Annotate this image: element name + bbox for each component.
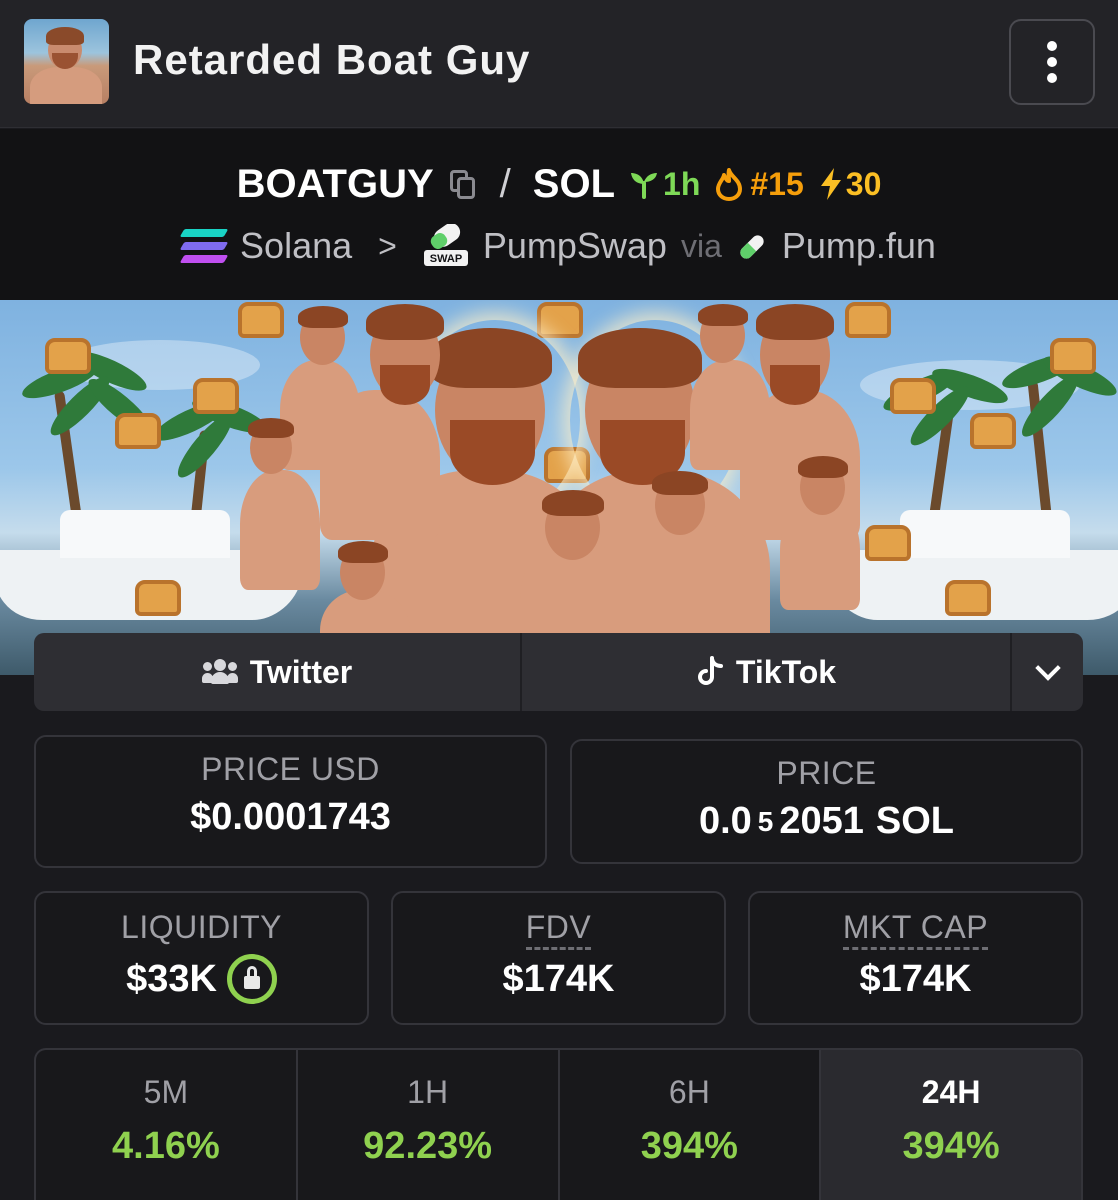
price-usd-value: $0.0001743 <box>190 796 391 838</box>
more-links-button[interactable] <box>1012 633 1083 711</box>
price-prefix: 0.0 <box>698 800 752 842</box>
price-change-tabs: 5M 4.16% 1H 92.23% 6H 394% 24H 394% <box>34 1048 1083 1200</box>
price-change-value: 92.23% <box>363 1125 493 1167</box>
timeframe-label: 1H <box>407 1074 449 1110</box>
tab-5m[interactable]: 5M 4.16% <box>36 1050 298 1200</box>
price-usd-label: PRICE USD <box>201 751 380 787</box>
tiktok-label: TikTok <box>735 653 837 690</box>
flame-icon <box>716 168 743 201</box>
tiktok-icon <box>697 656 723 685</box>
lightning-icon <box>820 168 841 200</box>
liquidity-label: LIQUIDITY <box>121 909 282 945</box>
twitter-label: Twitter <box>249 653 353 690</box>
pair-age: 1h <box>663 165 701 202</box>
liquidity-card: LIQUIDITY $33K <box>34 891 369 1025</box>
trending-badge[interactable]: #15 <box>714 165 804 203</box>
price-native-card: PRICE 0.0 5 2051 SOL <box>570 739 1083 864</box>
token-avatar <box>24 19 109 104</box>
sprout-icon <box>631 173 658 199</box>
pair-separator: / <box>499 161 511 206</box>
price-change-value: 4.16% <box>112 1125 220 1167</box>
quote-symbol: SOL <box>532 161 616 206</box>
tab-6h[interactable]: 6H 394% <box>560 1050 822 1200</box>
boost-count: 30 <box>845 165 882 202</box>
timeframe-label: 24H <box>921 1074 981 1110</box>
price-zero-count: 5 <box>757 805 774 837</box>
price-unit: SOL <box>875 800 955 842</box>
market-cap-card: MKT CAP $174K <box>748 891 1083 1025</box>
token-name: Retarded Boat Guy <box>133 36 531 83</box>
chain-link[interactable]: Solana <box>240 225 352 267</box>
app-header: Retarded Boat Guy <box>0 0 1118 128</box>
base-symbol: BOATGUY <box>236 161 434 206</box>
price-native-label: PRICE <box>776 755 877 791</box>
fdv-value: $174K <box>502 958 615 1000</box>
price-native-value: 0.0 5 2051 SOL <box>572 800 1081 843</box>
price-change-value: 394% <box>640 1125 738 1167</box>
price-usd-card: PRICE USD $0.0001743 <box>34 735 547 868</box>
more-vertical-icon <box>1047 41 1057 83</box>
market-cap-label[interactable]: MKT CAP <box>842 909 989 950</box>
timeframe-label: 5M <box>143 1074 189 1110</box>
price-digits: 2051 <box>779 800 864 842</box>
via-label: via <box>680 227 722 264</box>
timeframe-label: 6H <box>668 1074 710 1110</box>
solana-icon <box>179 229 229 263</box>
twitter-link-button[interactable]: Twitter <box>34 633 522 711</box>
trending-rank: #15 <box>750 165 804 202</box>
tab-24h[interactable]: 24H 394% <box>821 1050 1081 1200</box>
token-banner-image <box>0 300 1118 675</box>
tab-1h[interactable]: 1H 92.23% <box>298 1050 560 1200</box>
lock-icon[interactable] <box>226 954 277 1004</box>
market-cap-value: $174K <box>859 958 972 1000</box>
launchpad-link[interactable]: Pump.fun <box>782 225 936 267</box>
liquidity-value: $33K <box>126 957 217 1000</box>
boost-badge[interactable]: 30 <box>818 165 882 203</box>
pumpswap-icon: SWAP <box>423 223 469 268</box>
tiktok-link-button[interactable]: TikTok <box>522 633 1012 711</box>
svg-text:SWAP: SWAP <box>430 253 462 265</box>
chevron-down-icon <box>1034 655 1061 681</box>
copy-icon[interactable] <box>448 168 478 200</box>
pumpfun-icon <box>736 230 768 262</box>
fdv-label[interactable]: FDV <box>525 909 592 950</box>
more-menu-button[interactable] <box>1009 19 1095 105</box>
chevron-right-icon: > <box>378 227 397 264</box>
fdv-card: FDV $174K <box>391 891 726 1025</box>
pair-info: BOATGUY / SOL 1h #15 30 Solana > SWAP Pu… <box>0 129 1118 300</box>
price-change-value: 394% <box>902 1125 1000 1167</box>
community-icon <box>201 659 238 685</box>
social-links-bar: Twitter TikTok <box>34 633 1083 711</box>
pair-age-badge: 1h <box>629 166 700 203</box>
dex-link[interactable]: PumpSwap <box>483 225 667 267</box>
